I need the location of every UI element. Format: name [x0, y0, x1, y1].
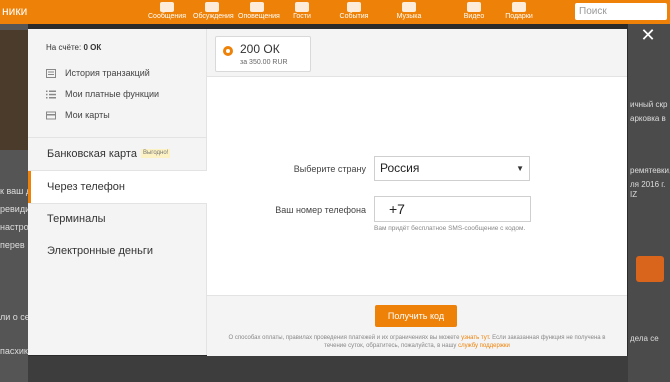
nav-notifications[interactable]: Оповещения: [238, 2, 280, 20]
site-search-input[interactable]: Поиск: [575, 3, 667, 20]
site-brand: ники: [2, 4, 28, 18]
method-terminals-label: Терминалы: [47, 213, 106, 225]
balance-value: 0 ОК: [83, 43, 102, 52]
balance: На счёте: 0 ОК: [46, 43, 101, 52]
note-text: О способах оплаты, правилах проведения п…: [228, 335, 462, 341]
close-icon[interactable]: ✕: [637, 26, 659, 48]
method-phone-label: Через телефон: [47, 181, 125, 193]
method-bank-card-label: Банковская карта: [47, 148, 137, 160]
nav-music[interactable]: Музыка: [390, 2, 428, 20]
envelope-icon: [160, 2, 174, 12]
my-cards-link[interactable]: Мои карты: [46, 110, 110, 120]
learn-here-link[interactable]: узнать тут: [461, 335, 489, 341]
package-price: за 350.00 RUR: [240, 59, 288, 66]
country-select[interactable]: Россия ▼: [374, 156, 530, 181]
right-snippet: IZ: [630, 190, 638, 199]
modal-footer: Получить код О способах оплаты, правилах…: [207, 295, 627, 356]
nav-events[interactable]: События: [335, 2, 373, 20]
right-snippet: ля 2016 г.: [630, 180, 666, 189]
support-link[interactable]: службу поддержки: [458, 343, 510, 349]
radio-selected-icon[interactable]: [223, 46, 233, 56]
nav-guests[interactable]: Гости: [283, 2, 321, 20]
nav-discussions[interactable]: Обсуждения: [193, 2, 234, 20]
right-snippet: ичный скр: [630, 100, 668, 109]
history-link[interactable]: История транзакций: [46, 68, 150, 78]
my-cards-label: Мои карты: [65, 110, 110, 120]
video-icon: [467, 2, 481, 12]
phone-label: Ваш номер телефона: [275, 205, 366, 215]
left-snippet: перев: [0, 240, 25, 250]
events-icon: [347, 2, 361, 12]
left-snippet: пасхик: [0, 346, 28, 356]
method-phone[interactable]: Через телефон: [28, 171, 207, 203]
package-bar: 200 ОК за 350.00 RUR: [207, 29, 627, 77]
right-snippet: дела се: [630, 334, 659, 343]
music-icon: [402, 2, 416, 12]
right-snippet: арковка в: [630, 114, 666, 123]
left-snippet: настро: [0, 222, 29, 232]
get-code-button[interactable]: Получить код: [375, 305, 457, 327]
gift-icon: [512, 2, 526, 12]
method-e-money-label: Электронные деньги: [47, 245, 154, 257]
method-bank-card[interactable]: Банковская карта Выгодно!: [28, 138, 206, 170]
left-snippet: ревиди: [0, 204, 31, 214]
footprints-icon: [295, 2, 309, 12]
method-e-money[interactable]: Электронные деньги: [28, 235, 206, 267]
nav-gifts[interactable]: Подарки: [500, 2, 538, 20]
gift-promo-icon[interactable]: [636, 256, 664, 282]
balance-label: На счёте:: [46, 43, 82, 52]
right-column: [628, 24, 670, 382]
payment-sidebar: На счёте: 0 ОК История транзакций Мои пл…: [28, 29, 207, 355]
profile-photo: [0, 30, 28, 150]
left-snippet: ли о се: [0, 312, 30, 322]
payment-note: О способах оплаты, правилах проведения п…: [225, 334, 609, 350]
nav-messages[interactable]: Сообщения: [148, 2, 186, 20]
dropdown-arrow-icon: ▼: [516, 164, 524, 173]
list-icon: [46, 90, 56, 99]
payment-modal: На счёте: 0 ОК История транзакций Мои пл…: [28, 29, 627, 356]
bell-icon: [250, 2, 264, 12]
profitable-badge: Выгодно!: [140, 148, 171, 158]
chat-icon: [205, 2, 219, 12]
package-amount: 200 ОК: [240, 42, 280, 56]
phone-input[interactable]: +7: [374, 196, 531, 222]
site-topbar: ники Сообщения Обсуждения Оповещения Гос…: [0, 0, 670, 24]
sms-hint: Вам придёт бесплатное SMS-сообщение с ко…: [374, 225, 526, 232]
method-terminals[interactable]: Терминалы: [28, 203, 206, 235]
paid-functions-link[interactable]: Мои платные функции: [46, 89, 159, 99]
nav-video[interactable]: Видео: [455, 2, 493, 20]
country-value: Россия: [380, 161, 420, 175]
bottom-strip: [28, 356, 628, 382]
package-option[interactable]: 200 ОК за 350.00 RUR: [215, 36, 311, 72]
history-icon: [46, 68, 56, 78]
paid-functions-label: Мои платные функции: [65, 89, 160, 99]
card-icon: [46, 111, 56, 120]
country-label: Выберите страну: [293, 164, 366, 174]
right-snippet: ремятевки,: [630, 166, 670, 175]
history-label: История транзакций: [65, 68, 150, 78]
